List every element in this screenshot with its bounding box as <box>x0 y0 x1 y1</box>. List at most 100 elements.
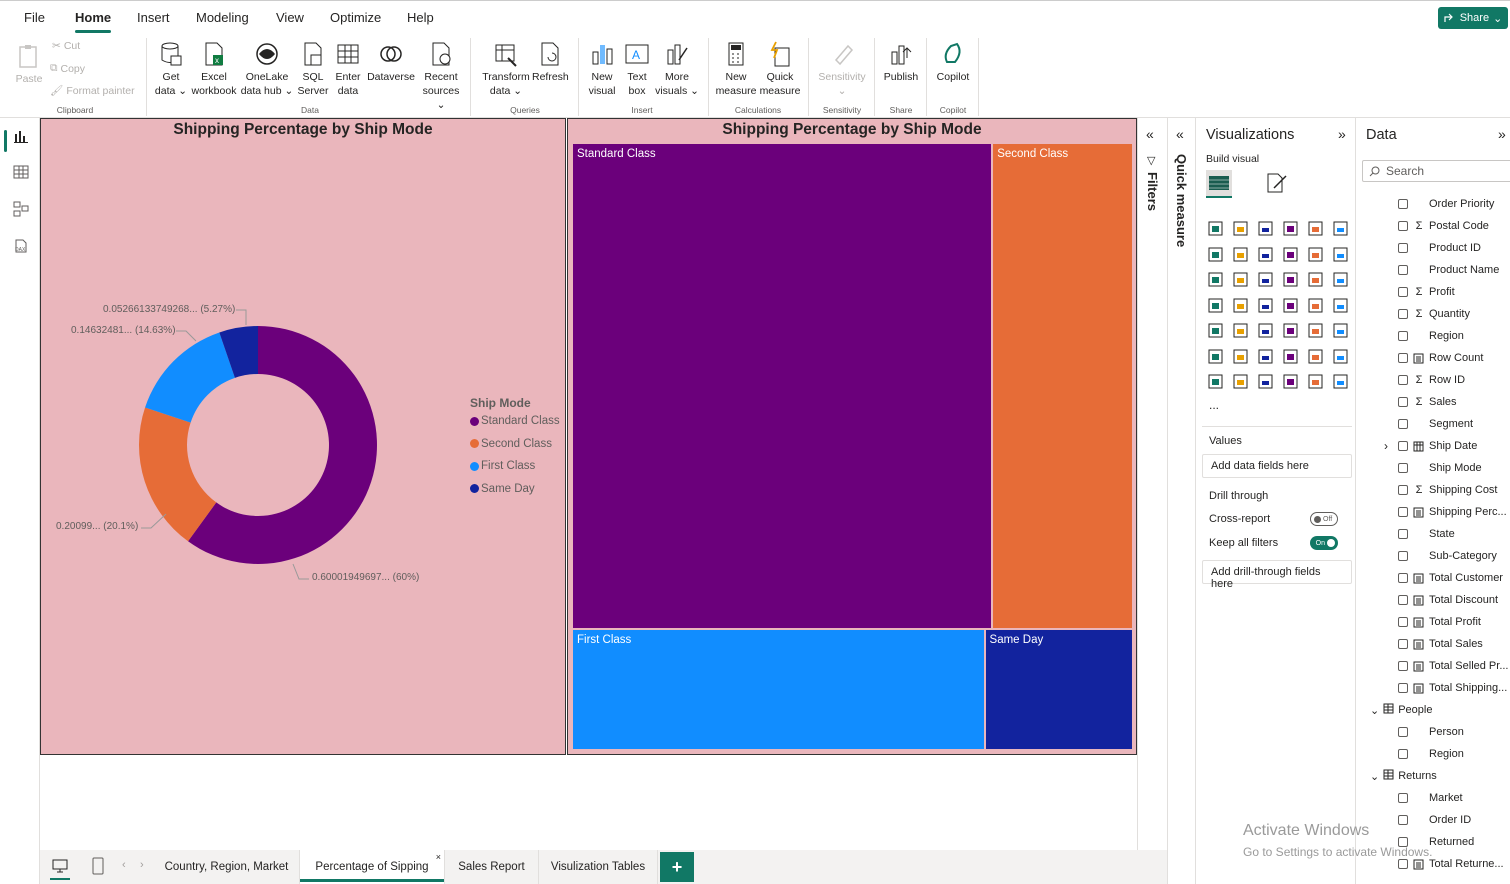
ribbon-icon[interactable] <box>1282 246 1299 263</box>
next-page-icon[interactable]: › <box>140 859 144 871</box>
field-checkbox[interactable] <box>1398 573 1408 583</box>
drill-through-drop-well[interactable]: Add drill-through fields here <box>1202 560 1352 590</box>
field-row-total-sales[interactable]: Total Sales <box>1398 633 1483 655</box>
dataverse-button[interactable]: Dataverse <box>366 40 416 84</box>
100-bar-icon[interactable] <box>1307 220 1324 237</box>
multi-card-icon[interactable] <box>1207 322 1224 339</box>
field-row-order-priority[interactable]: Order Priority <box>1398 193 1494 215</box>
collapse-chevrons-icon[interactable]: » <box>1498 126 1506 142</box>
field-row-row-id[interactable]: Σ Row ID <box>1398 369 1465 391</box>
enter-data-button[interactable]: Enter data <box>332 40 364 98</box>
treemap-tile-first-class[interactable]: First Class <box>573 630 984 749</box>
text-box-button[interactable]: A Text box <box>622 40 652 98</box>
line-icon[interactable] <box>1207 246 1224 263</box>
field-row-order-id[interactable]: Order ID <box>1398 809 1471 831</box>
collapse-chevron-icon[interactable]: ⌄ <box>1370 770 1379 783</box>
diamond-icon[interactable] <box>1307 373 1324 390</box>
field-checkbox[interactable] <box>1398 199 1408 209</box>
field-row-total-profit[interactable]: Total Profit <box>1398 611 1481 633</box>
filled-map-icon[interactable] <box>1257 297 1274 314</box>
page-tab-percentage-of-sipping[interactable]: Percentage of Sipping × <box>300 850 445 884</box>
python-visual-icon[interactable] <box>1207 348 1224 365</box>
field-row-shipping-cost[interactable]: Σ Shipping Cost <box>1398 479 1498 501</box>
100-column-icon[interactable] <box>1332 220 1349 237</box>
cut-button[interactable]: ✂ Cut <box>52 40 80 52</box>
values-drop-well[interactable]: Add data fields here <box>1202 454 1352 478</box>
collapse-chevron-icon[interactable]: ⌄ <box>1370 704 1379 717</box>
transform-data-button[interactable]: Transform data ⌄ <box>480 40 532 98</box>
field-checkbox[interactable] <box>1398 331 1408 341</box>
power-automate-icon[interactable] <box>1257 373 1274 390</box>
field-checkbox[interactable] <box>1398 815 1408 825</box>
expand-chevrons-icon[interactable]: « <box>1146 126 1154 142</box>
field-checkbox[interactable] <box>1398 661 1408 671</box>
cross-report-toggle[interactable]: Off <box>1310 512 1338 526</box>
menu-insert[interactable]: Insert <box>137 10 170 25</box>
clustered-column-icon[interactable] <box>1282 220 1299 237</box>
menu-optimize[interactable]: Optimize <box>330 10 381 25</box>
excel-workbook-button[interactable]: x Excel workbook <box>190 40 238 98</box>
field-checkbox[interactable] <box>1398 595 1408 605</box>
funnel-icon[interactable] <box>1257 271 1274 288</box>
copilot-button[interactable]: Copilot <box>932 40 974 84</box>
page-tab-sales-report[interactable]: Sales Report <box>445 850 539 884</box>
field-checkbox[interactable] <box>1398 221 1408 231</box>
field-row-ship-date[interactable]: › Ship Date <box>1384 435 1477 457</box>
format-visual-tab[interactable] <box>1264 170 1290 198</box>
scatter-icon[interactable] <box>1282 271 1299 288</box>
field-checkbox[interactable] <box>1398 793 1408 803</box>
field-row-market[interactable]: Market <box>1398 787 1463 809</box>
quick-measure-button[interactable]: Quick measure <box>758 40 802 98</box>
refresh-button[interactable]: Refresh <box>532 40 569 84</box>
search-input[interactable]: Search <box>1362 160 1510 182</box>
get-data-button[interactable]: Get data ⌄ <box>154 40 188 98</box>
legend-item-first-class[interactable]: First Class <box>470 460 535 472</box>
line-column-icon[interactable] <box>1332 246 1349 263</box>
menu-file[interactable]: File <box>24 10 45 25</box>
slicer-icon[interactable] <box>1257 322 1274 339</box>
gauge-icon[interactable] <box>1307 297 1324 314</box>
field-checkbox[interactable] <box>1398 639 1408 649</box>
menu-view[interactable]: View <box>276 10 304 25</box>
map-icon[interactable] <box>1232 297 1249 314</box>
donut-icon[interactable] <box>1332 271 1349 288</box>
matrix-icon[interactable] <box>1307 322 1324 339</box>
pie-icon[interactable] <box>1307 271 1324 288</box>
field-checkbox[interactable] <box>1398 375 1408 385</box>
menu-home[interactable]: Home <box>75 10 111 25</box>
format-painter-button[interactable]: 🖌 Format painter <box>50 84 135 98</box>
table-row-people[interactable]: ⌄ People <box>1370 699 1432 721</box>
field-checkbox[interactable] <box>1398 419 1408 429</box>
desktop-layout-icon[interactable] <box>52 858 68 874</box>
sensitivity-button[interactable]: Sensitivity ⌄ <box>814 40 870 98</box>
treemap-tile-second-class[interactable]: Second Class <box>993 144 1132 629</box>
publish-button[interactable]: Publish <box>880 40 922 84</box>
field-row-person[interactable]: Person <box>1398 721 1464 743</box>
field-checkbox[interactable] <box>1398 265 1408 275</box>
legend-item-same-day[interactable]: Same Day <box>470 483 535 495</box>
add-page-button[interactable]: + <box>660 852 694 882</box>
collapse-chevrons-icon[interactable]: » <box>1338 126 1346 142</box>
field-checkbox[interactable] <box>1398 397 1408 407</box>
donut-slice-first-class[interactable] <box>145 332 235 423</box>
treemap-icon[interactable] <box>1207 297 1224 314</box>
field-checkbox[interactable] <box>1398 551 1408 561</box>
field-checkbox[interactable] <box>1398 749 1408 759</box>
field-row-quantity[interactable]: Σ Quantity <box>1398 303 1470 325</box>
treemap-visual[interactable]: Shipping Percentage by Ship Mode Standar… <box>567 118 1137 755</box>
ribbon-chart-icon[interactable] <box>1232 271 1249 288</box>
metrics-icon[interactable] <box>1332 348 1349 365</box>
new-measure-button[interactable]: New measure <box>714 40 758 98</box>
field-row-state[interactable]: State <box>1398 523 1455 545</box>
more-visuals-ellipsis[interactable]: ... <box>1209 398 1219 412</box>
qa-icon[interactable] <box>1282 348 1299 365</box>
field-row-postal-code[interactable]: Σ Postal Code <box>1398 215 1489 237</box>
field-checkbox[interactable] <box>1398 683 1408 693</box>
mobile-layout-icon[interactable] <box>92 857 104 875</box>
field-checkbox[interactable] <box>1398 617 1408 627</box>
field-checkbox[interactable] <box>1398 727 1408 737</box>
copy-button[interactable]: ⧉ Copy <box>50 62 85 75</box>
r-visual-icon[interactable] <box>1332 322 1349 339</box>
legend-item-second-class[interactable]: Second Class <box>470 438 552 450</box>
stacked-area-icon[interactable] <box>1257 246 1274 263</box>
